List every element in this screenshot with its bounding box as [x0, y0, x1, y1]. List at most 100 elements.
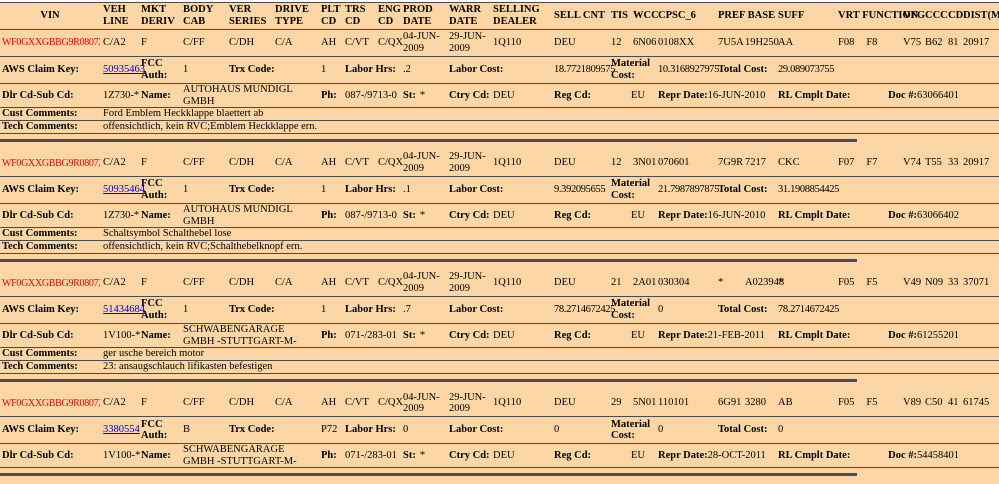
- header-ccc: CCC: [922, 10, 945, 22]
- vin-value: WF0GXXGBBG9R08072: [0, 278, 100, 289]
- record-divider-bar: [0, 473, 857, 476]
- tech-comments-value: offensichtlich, kein RVC;Schalthebelknop…: [100, 241, 999, 253]
- st-cell: St:*: [400, 450, 446, 462]
- cpsc6-value: 030304: [655, 277, 715, 289]
- vrt2-value: F7: [866, 157, 877, 169]
- vfg-value: V75: [900, 37, 922, 49]
- dealer-name-value: AUTOHAUS MUNDIGL GMBH: [180, 84, 318, 107]
- tech-comments-label: Tech Comments:: [0, 121, 100, 133]
- cd-value: 33: [945, 277, 960, 289]
- dealer-row: Dlr Cd-Sub Cd: 1V100-* Name: SCHWABENGAR…: [0, 444, 999, 468]
- base-value: 7217: [742, 157, 775, 169]
- doc-num-cell: Doc #:63066401: [835, 90, 960, 102]
- repr-date-label: Repr Date:: [658, 210, 708, 221]
- header-plt-cd: PLT CD: [318, 4, 342, 28]
- vin-row: WF0GXXGBBG9R08072 C/A2 F C/FF C/DH C/A A…: [0, 390, 999, 417]
- prod-date-value: 04-JUN-2009: [400, 31, 446, 55]
- total-cost-label: Total Cost:: [715, 424, 775, 436]
- vrt-function-value: F07F7: [835, 157, 900, 169]
- body-cab-value: C/FF: [180, 37, 226, 49]
- header-selling-dealer: SELLING DEALER: [490, 4, 551, 28]
- ccc-value: C50: [922, 397, 945, 409]
- dist-value: 20917: [960, 37, 999, 49]
- trx-code-value: 1: [318, 64, 342, 76]
- pref-value: *: [715, 277, 742, 289]
- repr-date-cell: Repr Date:16-JUN-2010: [655, 90, 775, 102]
- cust-comments-row: Cust Comments: Ford Emblem Heckklappe bl…: [0, 108, 999, 121]
- labor-hrs-value: .7: [400, 304, 446, 316]
- ver-series-value: C/DH: [226, 37, 272, 49]
- fcc-auth-value: 1: [180, 184, 226, 196]
- material-cost-label: Material Cost:: [608, 58, 655, 82]
- cust-comments-label: Cust Comments:: [0, 348, 100, 360]
- tech-comments-row: Tech Comments: 23: ansaugschlauch lifika…: [0, 361, 999, 374]
- vfg-value: V49: [900, 277, 922, 289]
- aws-claim-key-cell: 50935463: [100, 64, 138, 76]
- name-label: Name:: [138, 210, 180, 222]
- veh-line-value: C/A2: [100, 277, 138, 289]
- labor-cost-value: 0: [551, 424, 608, 436]
- rl-cmplt-date-label: RL Cmplt Date:: [775, 210, 835, 222]
- base-value: 19H250: [742, 37, 775, 49]
- header-ver-series: VER SERIES: [226, 4, 272, 28]
- selling-dealer-value: 1Q110: [490, 157, 551, 169]
- fcc-auth-label: FCC Auth:: [138, 58, 180, 82]
- reg-cd-value: EU: [608, 330, 655, 342]
- header-vrt-function: VRT FUNCTION: [835, 10, 900, 22]
- record-divider-bar: [0, 379, 857, 382]
- header-vfg: VFG: [900, 10, 922, 22]
- selling-dealer-value: 1Q110: [490, 277, 551, 289]
- claim-row: AWS Claim Key: 51434684 FCC Auth: 1 Trx …: [0, 297, 999, 324]
- reg-cd-value: EU: [608, 450, 655, 462]
- sell-cnt-value: DEU: [551, 277, 608, 289]
- pref-value: 7G9R: [715, 157, 742, 169]
- vrt2-value: F5: [866, 397, 877, 409]
- dlr-cd-value: 1V100-*: [100, 450, 138, 462]
- reg-cd-label: Reg Cd:: [551, 330, 608, 342]
- st-value: *: [420, 450, 425, 461]
- material-cost-label: Material Cost:: [608, 298, 655, 322]
- dealer-row: Dlr Cd-Sub Cd: 1V100-* Name: SCHWABENGAR…: [0, 324, 999, 348]
- total-cost-label: Total Cost:: [715, 304, 775, 316]
- veh-line-value: C/A2: [100, 397, 138, 409]
- vfg-value: V89: [900, 397, 922, 409]
- cust-comments-value: Ford Emblem Heckklappe blaettert ab: [100, 108, 999, 120]
- trx-code-value: P72: [318, 424, 342, 436]
- trx-code-label: Trx Code:: [226, 64, 318, 76]
- tech-comments-row: Tech Comments: offensichtlich, kein RVC;…: [0, 241, 999, 254]
- header-eng-cd: ENG CD: [375, 4, 400, 28]
- prod-date-value: 04-JUN-2009: [400, 151, 446, 175]
- tis-value: 21: [608, 277, 630, 289]
- suff-value: AB: [775, 397, 835, 409]
- drive-type-value: C/A: [272, 157, 318, 169]
- st-label: St:: [403, 330, 416, 341]
- selling-dealer-value: 1Q110: [490, 37, 551, 49]
- aws-claim-key-label: AWS Claim Key:: [0, 184, 100, 196]
- doc-num-value: 63066402: [917, 210, 959, 221]
- doc-num-label: Doc #:: [888, 330, 917, 341]
- header-mkt-deriv: MKT DERIV: [138, 4, 180, 28]
- ctry-cd-label: Ctry Cd:: [446, 330, 490, 342]
- name-label: Name:: [138, 90, 180, 102]
- fcc-auth-label: FCC Auth:: [138, 298, 180, 322]
- veh-line-value: C/A2: [100, 37, 138, 49]
- header-sell-cnt: SELL CNT: [551, 10, 608, 22]
- repr-date-value: 21-FEB-2011: [708, 330, 765, 341]
- fcc-auth-value: 1: [180, 304, 226, 316]
- labor-hrs-value: .1: [400, 184, 446, 196]
- rl-cmplt-date-label: RL Cmplt Date:: [775, 330, 835, 342]
- dealer-row: Dlr Cd-Sub Cd: 1Z730-* Name: AUTOHAUS MU…: [0, 204, 999, 228]
- aws-claim-key-cell: 3380554: [100, 424, 138, 436]
- suff-value: *: [775, 277, 835, 289]
- vrt2-value: F5: [866, 277, 877, 289]
- aws-claim-key-cell: 51434684: [100, 304, 138, 316]
- ver-series-value: C/DH: [226, 397, 272, 409]
- body-cab-value: C/FF: [180, 157, 226, 169]
- aws-claim-key-link[interactable]: 3380554: [103, 424, 140, 435]
- drive-type-value: C/A: [272, 37, 318, 49]
- claim-record: WF0GXXGBBG9R08072 C/A2 F C/FF C/DH C/A A…: [0, 30, 999, 150]
- tis-value: 29: [608, 397, 630, 409]
- header-cd: CD: [945, 10, 960, 22]
- tis-value: 12: [608, 157, 630, 169]
- repr-date-value: 28-OCT-2011: [708, 450, 766, 461]
